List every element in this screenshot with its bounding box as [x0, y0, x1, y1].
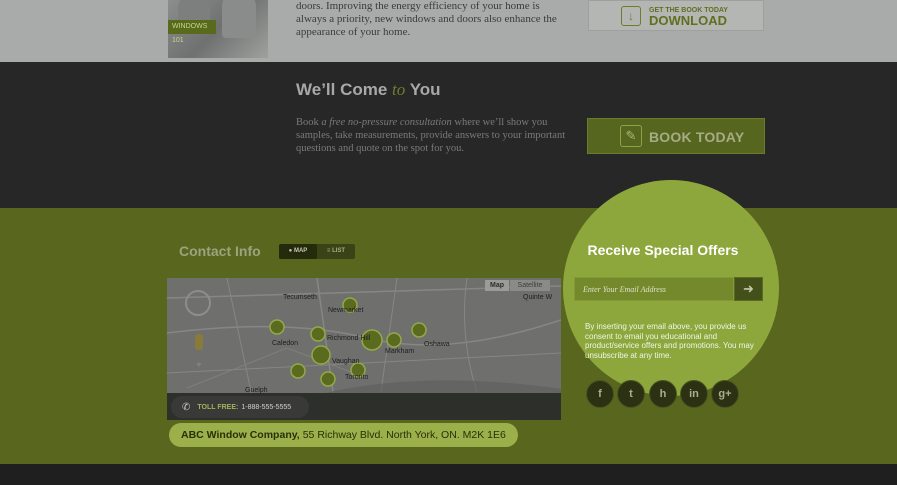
toll-free-label: TOLL FREE: — [197, 403, 239, 411]
address-pill: ABC Window Company, 55 Richway Blvd. Nor… — [169, 423, 518, 447]
download-big-label: DOWNLOAD — [649, 13, 727, 28]
satellite-tab[interactable]: Satellite — [510, 280, 550, 291]
title-part: We’ll Come — [296, 80, 393, 99]
list-view-toggle[interactable]: ≡ LIST — [317, 244, 355, 259]
footer-band — [0, 464, 897, 485]
title-italic-part: to — [392, 80, 406, 99]
special-offers-title: Receive Special Offers — [587, 242, 739, 258]
pencil-icon: ✎ — [620, 125, 642, 147]
map-label: Tecumseth — [283, 294, 317, 301]
twitter-icon: t — [629, 388, 633, 400]
google-plus-button[interactable]: g+ — [711, 380, 739, 408]
street-address: 55 Richway Blvd. North York, ON. M2K 1E6 — [302, 429, 506, 441]
phone-icon: ✆ — [182, 401, 191, 413]
toll-free-pill[interactable]: ✆ TOLL FREE: 1-888-555-5555 — [171, 396, 309, 418]
map-tab[interactable]: Map — [485, 280, 509, 291]
facebook-icon: f — [598, 388, 602, 400]
map-label: Oshawa — [424, 341, 450, 348]
map-label: Newmarket — [328, 307, 364, 314]
houzz-icon: h — [659, 388, 667, 400]
map-pan-control[interactable] — [185, 290, 211, 316]
map-label: Richmond Hill — [327, 335, 371, 342]
email-submit-button[interactable]: ➜ — [734, 277, 763, 301]
come-to-you-title: We’ll Come to You — [296, 80, 441, 100]
book-today-label: BOOK TODAY — [649, 129, 745, 145]
linkedin-button[interactable]: in — [680, 380, 708, 408]
title-part: You — [405, 80, 441, 99]
street-view-icon[interactable] — [195, 334, 203, 350]
map-label: Toronto — [345, 374, 369, 381]
map-view-toggle[interactable]: ● MAP — [279, 244, 317, 259]
map-label: Quinte W — [523, 294, 553, 301]
map-list-toggle: ● MAP ≡ LIST — [279, 244, 355, 259]
map-toggle-label: MAP — [293, 248, 308, 254]
contact-info-title: Contact Info — [179, 243, 261, 259]
consultation-emphasis: a free no-pressure consultation — [321, 117, 452, 128]
arrow-right-icon: ➜ — [743, 281, 754, 296]
google-plus-icon: g+ — [718, 388, 732, 400]
email-field-wrapper — [574, 277, 734, 301]
houzz-button[interactable]: h — [649, 380, 677, 408]
twitter-button[interactable]: t — [617, 380, 645, 408]
download-icon: ↓ — [621, 6, 641, 26]
map-label: Caledon — [272, 340, 299, 347]
company-name: ABC Window Company, — [181, 429, 300, 441]
list-toggle-label: LIST — [332, 248, 346, 254]
consent-text: By inserting your email above, you provi… — [585, 322, 754, 360]
download-book-button[interactable]: ↓ GET THE BOOK TODAY DOWNLOAD — [588, 0, 764, 31]
person-figure — [222, 0, 256, 38]
map-label: Vaughan — [332, 358, 360, 365]
windows-101-photo[interactable]: WINDOWS 101 — [168, 0, 268, 58]
consultation-text: Book a free no-pressure consultation whe… — [296, 116, 566, 155]
linkedin-icon: in — [689, 388, 699, 400]
energy-efficiency-text: doors. Improving the energy efficiency o… — [296, 0, 557, 38]
email-field[interactable] — [575, 278, 733, 300]
photo-badge: WINDOWS 101 — [168, 20, 216, 44]
toll-free-number: 1-888-555-5555 — [241, 403, 292, 411]
text-part: Book — [296, 117, 322, 128]
zoom-in-icon[interactable]: + — [196, 360, 202, 371]
map-label: Markham — [385, 348, 415, 355]
download-label: GET THE BOOK TODAY DOWNLOAD — [649, 6, 728, 28]
facebook-button[interactable]: f — [586, 380, 614, 408]
book-today-button[interactable]: ✎ BOOK TODAY — [587, 118, 765, 154]
